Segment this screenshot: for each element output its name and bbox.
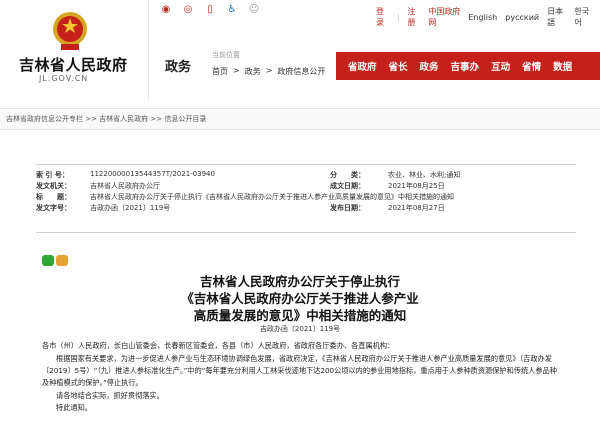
japanese-link[interactable]: 日本語 xyxy=(547,6,566,28)
gov-site-link[interactable]: 中国政府网 xyxy=(428,6,460,28)
date-value: 2021年08月25日 xyxy=(388,182,445,190)
index-value: 11220000013544357T/2021-03940 xyxy=(90,170,215,178)
category-label: 分 类： xyxy=(330,171,365,179)
site-domain: JL.GOV.CN xyxy=(39,74,89,83)
accessibility-icon[interactable]: ♿ xyxy=(224,3,240,17)
elder-care-icon[interactable]: ☺ xyxy=(246,3,262,17)
nav-data[interactable]: 数据 xyxy=(553,59,572,73)
site-header: 吉林省人民政府 JL.GOV.CN 政务 ◉ ◎ ▯ ♿ ☺ 登录 | 注册 中… xyxy=(0,0,600,112)
top-links: 登录 | 注册 中国政府网 English русский 日本語 한국어 xyxy=(376,6,600,28)
article-doc-number: 吉政办函〔2021〕119号 xyxy=(259,325,341,333)
docno-value: 吉政办函〔2021〕119号 xyxy=(90,204,171,212)
login-link[interactable]: 登录 xyxy=(376,6,389,28)
weibo-icon[interactable]: ◉ xyxy=(158,3,174,17)
russian-link[interactable]: русский xyxy=(505,13,539,22)
breadcrumb-separator: > xyxy=(233,66,240,75)
issuer-value: 吉林省人民政府办公厅 xyxy=(90,182,160,190)
nav-governor[interactable]: 省长 xyxy=(389,59,408,73)
site-name[interactable]: 吉林省人民政府 xyxy=(19,54,128,75)
weibo-share-icon[interactable] xyxy=(56,255,68,266)
meta-row: 标 题： 吉林省人民政府办公厅关于停止执行《吉林省人民政府办公厅关于推进人参产业… xyxy=(36,192,576,203)
article-title-line3: 高质量发展的意见》中相关措施的通知 xyxy=(193,308,407,323)
breadcrumb: 首页 > 政务 > 政府信息公开 xyxy=(212,66,325,77)
publish-label: 发布日期： xyxy=(330,204,365,212)
breadcrumb-home[interactable]: 首页 xyxy=(212,66,228,77)
date-label: 成文日期： xyxy=(330,182,365,190)
nav-affairs[interactable]: 政务 xyxy=(420,59,439,73)
top-links-separator: | xyxy=(396,12,400,22)
nav-services[interactable]: 吉事办 xyxy=(451,59,480,73)
meta-row: 发文机关： 吉林省人民政府办公厅 成文日期： 2021年08月25日 xyxy=(36,181,576,192)
share-icons xyxy=(42,255,68,266)
article-paragraph: 请各地结合实际，抓好贯彻落实。 xyxy=(56,391,164,400)
main-nav: 省政府 省长 政务 吉事办 互动 省情 数据 xyxy=(336,52,600,80)
meta-top-divider xyxy=(36,164,576,165)
social-icons: ◉ ◎ ▯ ♿ ☺ xyxy=(158,3,262,17)
docno-label: 发文字号： xyxy=(36,204,71,212)
location-label: 当前位置 xyxy=(212,51,240,59)
index-label: 索 引 号： xyxy=(36,171,69,179)
korean-link[interactable]: 한국어 xyxy=(574,6,592,28)
article-paragraph: 根据国家有关要求，为进一步促进人参产业与生态环境协调绿色发展，省政府决定，《吉林… xyxy=(42,354,557,387)
publish-value: 2021年08月27日 xyxy=(388,204,445,212)
register-link[interactable]: 注册 xyxy=(408,6,421,28)
nav-province-info[interactable]: 省情 xyxy=(522,59,541,73)
breadcrumb-gov[interactable]: 政务 xyxy=(245,66,261,77)
nav-interaction[interactable]: 互动 xyxy=(491,59,510,73)
article-paragraph: 特此通知。 xyxy=(56,403,92,412)
subject-value: 吉林省人民政府办公厅关于停止执行《吉林省人民政府办公厅关于推进人参产业高质量发展… xyxy=(90,193,454,201)
section-title: 政务 xyxy=(165,60,192,75)
meta-bottom-divider xyxy=(36,232,576,233)
wechat-share-icon[interactable] xyxy=(42,255,54,266)
path-bar[interactable]: 吉林省政府信息公开专栏 >> 吉林省人民政府 >> 信息公开目录 xyxy=(0,108,600,130)
subject-label: 标 题： xyxy=(36,193,71,201)
national-emblem-icon xyxy=(53,12,87,50)
breadcrumb-separator: > xyxy=(265,66,273,75)
article-paragraph: 各市（州）人民政府，长白山管委会，长春新区管委会，各县（市）人民政府，省政府各厅… xyxy=(42,341,395,350)
header-divider xyxy=(148,0,149,100)
meta-row: 发文字号： 吉政办函〔2021〕119号 发布日期： 2021年08月27日 xyxy=(36,203,576,214)
nav-provincial-gov[interactable]: 省政府 xyxy=(348,59,377,73)
category-value: 农业、林业、水利;通知 xyxy=(388,171,461,179)
issuer-label: 发文机关： xyxy=(36,182,71,190)
meta-table: 索 引 号： 11220000013544357T/2021-03940 分 类… xyxy=(36,170,576,214)
english-link[interactable]: English xyxy=(468,13,497,22)
mobile-icon[interactable]: ▯ xyxy=(202,3,218,17)
breadcrumb-info[interactable]: 政府信息公开 xyxy=(277,66,325,77)
meta-row: 索 引 号： 11220000013544357T/2021-03940 分 类… xyxy=(36,170,576,181)
wechat-icon[interactable]: ◎ xyxy=(180,3,196,17)
